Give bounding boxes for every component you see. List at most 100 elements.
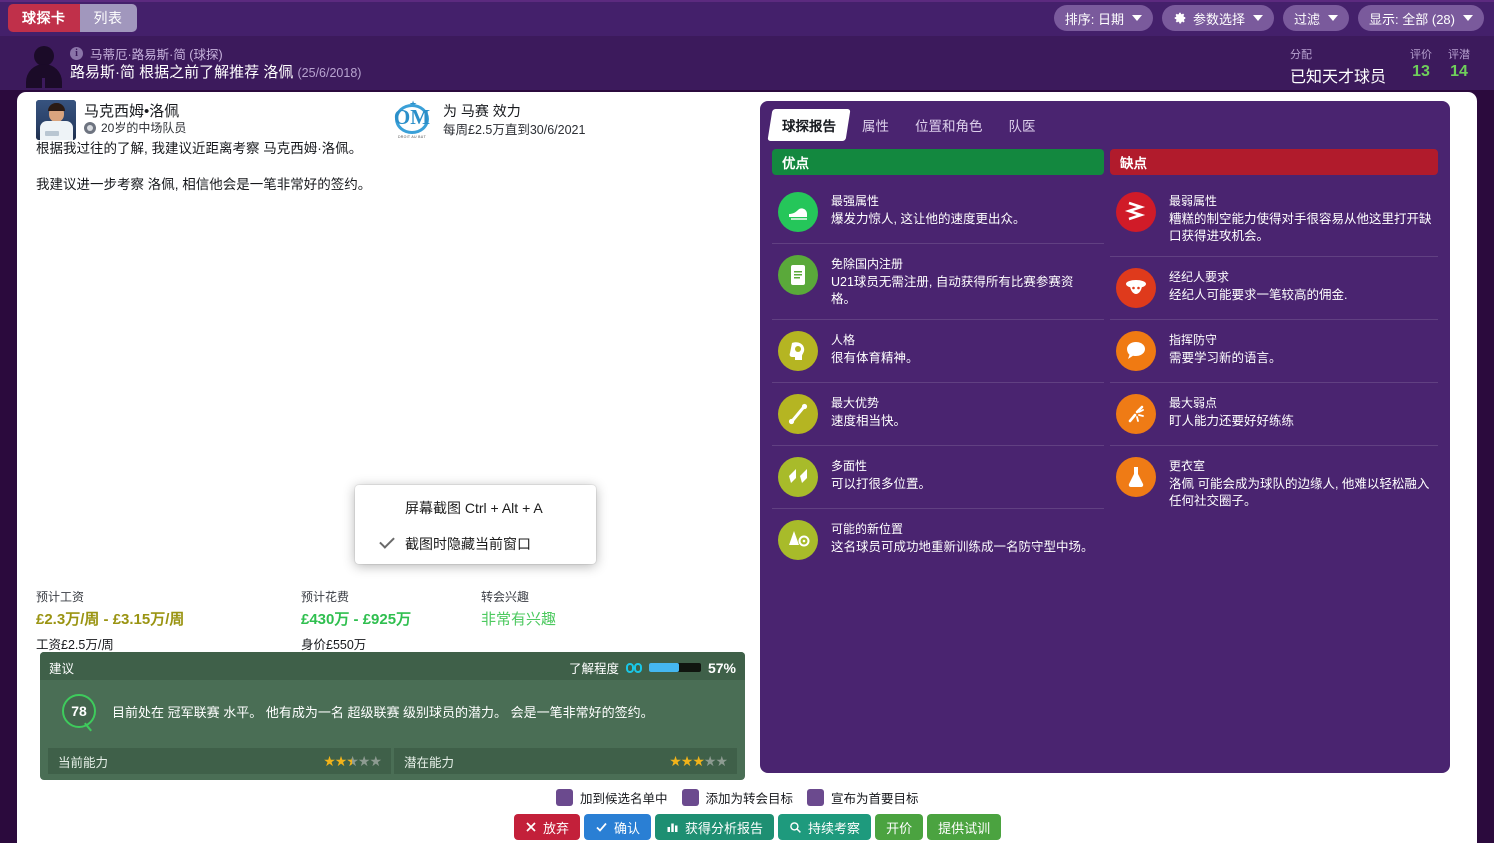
transfer-interest-block: 转会兴趣 非常有兴趣: [481, 588, 556, 629]
filter-dropdown[interactable]: 过滤: [1283, 5, 1349, 31]
report-item-text: 最大优势 速度相当快。: [831, 394, 906, 434]
report-item: 免除国内注册 U21球员无需注册, 自动获得所有比赛参赛资格。: [772, 244, 1104, 320]
tab-positions-roles[interactable]: 位置和角色: [903, 109, 995, 141]
player-name[interactable]: 马克西姆•洛佩: [84, 100, 179, 121]
chip-1[interactable]: 添加为转会目标: [682, 788, 794, 807]
tab-scout-card[interactable]: 球探卡: [8, 4, 80, 32]
menu-item-screenshot-label: 屏幕截图 Ctrl + Alt + A: [405, 498, 543, 518]
scout-avatar: [24, 40, 64, 88]
menu-item-hide-window-label: 截图时隐藏当前窗口: [405, 534, 531, 554]
club-crest-icon[interactable]: ★ OM DROIT AU BUT: [393, 99, 431, 141]
filter-dropdown-label: 过滤: [1294, 9, 1320, 28]
recommendation-body: 78 目前处在 冠军联赛 水平。 他有成为一名 超级联赛 级别球员的潜力。 会是…: [40, 680, 745, 742]
button-5[interactable]: 提供试训: [927, 814, 1001, 840]
report-item: 最大优势 速度相当快。: [772, 383, 1104, 446]
current-wage-note: 工资£2.5万/周: [36, 634, 184, 653]
assignment-value: 已知天才球员: [1290, 63, 1386, 87]
potential-ability-row: 潜在能力 ★★★★★: [394, 748, 737, 774]
chip-label: 加到候选名单中: [580, 788, 668, 807]
assignment-label: 分配: [1290, 46, 1386, 62]
chevron-down-icon: [1253, 15, 1263, 21]
button-1[interactable]: 确认: [584, 814, 651, 840]
info-icon[interactable]: i: [70, 47, 83, 60]
star-empty: ★: [715, 753, 727, 770]
button-label: 确认: [614, 818, 640, 837]
star-half: ★: [346, 753, 358, 770]
knowledge-label: 了解程度: [569, 658, 619, 677]
report-item-title: 最大优势: [831, 394, 906, 411]
button-0[interactable]: 放弃: [514, 814, 580, 840]
cone-target-icon: [778, 520, 818, 560]
potential-label: 评潜: [1448, 46, 1470, 62]
button-4[interactable]: 开价: [875, 814, 923, 840]
gear-icon: [1173, 11, 1187, 25]
potential-column: 评潜 14: [1448, 46, 1470, 81]
current-ability-label: 当前能力: [58, 752, 108, 771]
view-tab-group: 球探卡 列表: [8, 4, 137, 32]
chip-2[interactable]: 宣布为首要目标: [807, 788, 919, 807]
button-2[interactable]: 获得分析报告: [655, 814, 774, 840]
button-3[interactable]: 持续考察: [778, 814, 871, 840]
binoculars-icon: [626, 663, 642, 673]
report-item: 最弱属性 糟糕的制空能力使得对手很容易从他这里打开缺口获得进攻机会。: [1110, 181, 1438, 257]
star-empty: ★: [704, 753, 716, 770]
zigzag-icon: [1116, 192, 1156, 232]
chip-0[interactable]: 加到候选名单中: [556, 788, 668, 807]
recommendation-title: 建议: [49, 658, 74, 677]
rating-label: 评价: [1410, 46, 1432, 62]
button-label: 开价: [886, 818, 912, 837]
ability-footer: 当前能力 ★★★★★ 潜在能力 ★★★★★: [48, 748, 737, 774]
scout-paragraph-2: 我建议进一步考察 洛佩, 相信他会是一笔非常好的签约。: [36, 173, 371, 193]
expected-wage-label: 预计工资: [36, 588, 184, 605]
transfer-interest-value: 非常有兴趣: [481, 608, 556, 629]
potential-ability-stars: ★★★★★: [669, 753, 727, 770]
report-item-text: 最弱属性 糟糕的制空能力使得对手很容易从他这里打开缺口获得进攻机会。: [1169, 192, 1432, 245]
star-filled: ★: [681, 753, 693, 770]
tab-physio[interactable]: 队医: [997, 109, 1048, 141]
knowledge-block: 了解程度 57%: [569, 658, 736, 677]
button-label: 获得分析报告: [685, 818, 763, 837]
parameters-dropdown[interactable]: 参数选择: [1162, 5, 1274, 31]
menu-item-hide-window[interactable]: 截图时隐藏当前窗口: [355, 526, 596, 562]
photo-hair: [48, 103, 65, 111]
bone-icon: [778, 394, 818, 434]
search-icon: [789, 821, 802, 834]
display-dropdown[interactable]: 显示: 全部 (28): [1358, 5, 1484, 31]
tab-scout-report[interactable]: 球探报告: [767, 109, 850, 141]
player-photo[interactable]: [36, 100, 76, 140]
report-item-title: 人格: [831, 331, 919, 348]
report-item-text: 多面性 可以打很多位置。: [831, 457, 931, 497]
report-item: 最大弱点 盯人能力还要好好练练: [1110, 383, 1438, 446]
report-item-desc: 洛佩 可能会成为球队的边缘人, 他难以轻松融入任何社交圈子。: [1169, 476, 1432, 510]
tab-list[interactable]: 列表: [80, 4, 137, 32]
flask-icon: [1116, 457, 1156, 497]
player-subtitle-row: 20岁的中场队员: [84, 119, 186, 136]
top-bar: 球探卡 列表 排序: 日期 参数选择 过滤 显示: 全部 (28): [0, 0, 1494, 36]
avatar-collar: [42, 78, 45, 88]
boot-icon: [778, 192, 818, 232]
tab-attributes[interactable]: 属性: [850, 109, 901, 141]
report-item-desc: 经纪人可能要求一笔较高的佣金.: [1169, 287, 1347, 304]
action-buttons: 放弃 确认 获得分析报告 持续考察 开价 提供试训: [514, 814, 1001, 840]
pros-header: 优点: [772, 149, 1104, 175]
sort-dropdown[interactable]: 排序: 日期: [1054, 5, 1153, 31]
football-icon: [84, 122, 96, 134]
expected-fee-label: 预计花费: [301, 588, 411, 605]
scout-report-panel: 球探报告 属性 位置和角色 队医 优点 缺点 最强属性 爆发力惊人, 这让他的速…: [760, 101, 1450, 773]
report-item-desc: 这名球员可成功地重新训练成一名防守型中场。: [831, 539, 1094, 556]
speech-bubble-icon: [1116, 331, 1156, 371]
agent-icon: [1116, 268, 1156, 308]
head-brain-icon: [778, 331, 818, 371]
expected-wage-value: £2.3万/周 - £3.15万/周: [36, 608, 184, 629]
menu-item-screenshot[interactable]: 屏幕截图 Ctrl + Alt + A: [355, 490, 596, 526]
avatar-head: [34, 46, 54, 66]
report-item-desc: U21球员无需注册, 自动获得所有比赛参赛资格。: [831, 274, 1098, 308]
report-item-title: 指挥防守: [1169, 331, 1282, 348]
photo-shirt-sponsor: [45, 131, 59, 136]
action-chips: 加到候选名单中 添加为转会目标 宣布为首要目标: [556, 788, 919, 807]
report-item-desc: 盯人能力还要好好练练: [1169, 413, 1294, 430]
star-empty: ★: [369, 753, 381, 770]
expected-fee-block: 预计花费 £430万 - £925万 身价£550万: [301, 588, 411, 653]
report-item: 更衣室 洛佩 可能会成为球队的边缘人, 他难以轻松融入任何社交圈子。: [1110, 446, 1438, 521]
star-empty: ★: [358, 753, 370, 770]
